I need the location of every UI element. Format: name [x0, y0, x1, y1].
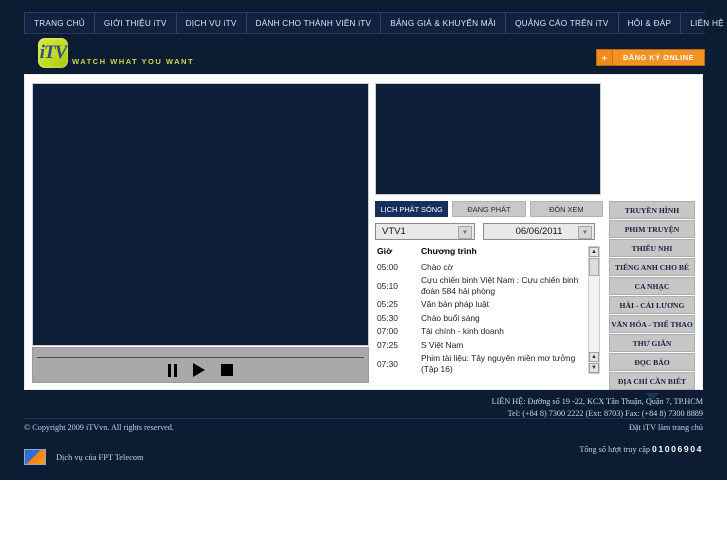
table-row[interactable]: 05:00 Chào cờ — [375, 260, 587, 274]
pause-icon[interactable] — [168, 363, 177, 377]
column-header-program: Chương trình — [421, 246, 477, 256]
schedule-scrollbar[interactable]: ▲ ▲ ▼ — [588, 246, 600, 374]
play-icon[interactable] — [193, 363, 205, 377]
category-thieu-nhi[interactable]: THIẾU NHI — [609, 239, 695, 257]
main-navigation: TRANG CHỦ GIỚI THIỆU iTV DỊCH VỤ iTV DÀN… — [24, 12, 724, 34]
scroll-up-icon[interactable]: ▲ — [589, 247, 599, 257]
register-online-button[interactable]: + ĐĂNG KÝ ONLINE — [595, 49, 705, 66]
footer-divider — [24, 418, 703, 419]
chevron-down-icon: ▼ — [458, 226, 472, 239]
nav-item-quang-cao[interactable]: QUẢNG CÁO TRÊN iTV — [506, 13, 619, 33]
cell-time: 07:00 — [377, 326, 398, 337]
schedule-list[interactable]: Giờ Chương trình 05:00 Chào cờ 05:10 Cựu… — [375, 246, 587, 374]
nav-item-gioi-thieu[interactable]: GIỚI THIỆU iTV — [95, 13, 177, 33]
category-tieng-anh-cho-be[interactable]: TIẾNG ANH CHO BÉ — [609, 258, 695, 276]
contact-info: LIÊN HỆ: Đường số 19 -22, KCX Tân Thuận,… — [492, 396, 703, 420]
brand-header: iTV WATCH WHAT YOU WANT + ĐĂNG KÝ ONLINE — [24, 36, 705, 72]
channel-select-value: VTV1 — [382, 226, 406, 237]
date-select[interactable]: 06/06/2011 ▼ — [483, 223, 595, 240]
player-control-bar — [32, 347, 369, 383]
nav-item-bang-gia[interactable]: BẢNG GIÁ & KHUYẾN MÃI — [381, 13, 507, 33]
category-hai-cai-luong[interactable]: HÀI - CẢI LƯƠNG — [609, 296, 695, 314]
category-truyen-hinh[interactable]: TRUYỀN HÌNH — [609, 201, 695, 219]
tab-lich-phat-song[interactable]: LỊCH PHÁT SÓNG — [375, 201, 449, 217]
nav-item-thanh-vien[interactable]: DÀNH CHO THÀNH VIÊN iTV — [247, 13, 382, 33]
category-dia-chi-can-biet[interactable]: ĐỊA CHỈ CẦN BIẾT — [609, 372, 695, 390]
cell-program: Phim tài liệu: Tây nguyên miền mơ tưởng … — [421, 353, 576, 374]
register-label: ĐĂNG KÝ ONLINE — [622, 53, 694, 62]
channel-select[interactable]: VTV1 ▼ — [375, 223, 475, 240]
page-root: TRANG CHỦ GIỚI THIỆU iTV DỊCH VỤ iTV DÀN… — [0, 0, 727, 480]
fpt-telecom-row: Dịch vụ của FPT Telecom — [24, 449, 144, 465]
category-doc-bao[interactable]: ĐỌC BÁO — [609, 353, 695, 371]
stop-icon[interactable] — [221, 364, 233, 376]
cell-program: Văn bản pháp luật — [421, 299, 489, 309]
cell-time: 05:30 — [377, 312, 398, 323]
category-menu: TRUYỀN HÌNH PHIM TRUYỆN THIẾU NHI TIẾNG … — [609, 201, 695, 400]
itv-logo[interactable]: iTV — [38, 38, 68, 68]
category-van-hoa-the-thao[interactable]: VĂN HÓA - THỂ THAO — [609, 315, 695, 333]
contact-address: LIÊN HỆ: Đường số 19 -22, KCX Tân Thuận,… — [491, 397, 703, 406]
nav-item-dich-vu[interactable]: DỊCH VỤ iTV — [177, 13, 247, 33]
table-row[interactable]: 07:25 S Việt Nam — [375, 338, 587, 352]
table-row[interactable]: 07:30 Phim tài liệu: Tây nguyên miền mơ … — [375, 352, 587, 375]
table-row[interactable]: 07:00 Tài chính - kinh doanh — [375, 325, 587, 339]
cell-time: 07:30 — [377, 358, 398, 369]
table-row[interactable]: 05:25 Văn bản pháp luật — [375, 298, 587, 312]
cell-program: S Việt Nam — [421, 339, 464, 350]
category-thu-gian[interactable]: THƯ GIÃN — [609, 334, 695, 352]
video-player[interactable] — [32, 83, 369, 346]
cell-program: Tài chính - kinh doanh — [421, 326, 504, 336]
seek-slider[interactable] — [37, 357, 364, 358]
column-header-time: Giờ — [377, 246, 393, 256]
counter-value: 01006904 — [651, 444, 703, 454]
category-phim-truyen[interactable]: PHIM TRUYỆN — [609, 220, 695, 238]
copyright-text: © Copyright 2009 iTVvn. All rights reser… — [24, 423, 174, 432]
schedule-table: Giờ Chương trình 05:00 Chào cờ 05:10 Cựu… — [375, 246, 587, 374]
nav-item-lien-he[interactable]: LIÊN HỆ — [681, 13, 727, 33]
date-select-value: 06/06/2011 — [515, 226, 563, 237]
fpt-service-text: Dịch vụ của FPT Telecom — [56, 452, 144, 462]
transport-controls — [33, 363, 368, 377]
plus-icon: + — [596, 50, 613, 65]
secondary-video-area[interactable] — [375, 83, 601, 195]
scroll-up-icon[interactable]: ▲ — [589, 352, 599, 362]
table-header-row: Giờ Chương trình — [375, 246, 587, 260]
scroll-down-icon[interactable]: ▼ — [589, 363, 599, 373]
cell-program: Chào buổi sáng — [421, 312, 480, 323]
fpt-logo-icon — [24, 449, 46, 465]
set-homepage-link[interactable]: Đặt iTV làm trang chủ — [629, 423, 703, 432]
cell-time: 05:00 — [377, 261, 398, 272]
category-ca-nhac[interactable]: CA NHẠC — [609, 277, 695, 295]
cell-time: 07:25 — [377, 339, 398, 350]
logo-text: iTV — [39, 42, 68, 63]
scrollbar-thumb[interactable] — [589, 258, 599, 276]
nav-item-hoi-dap[interactable]: HỎI & ĐÁP — [619, 13, 682, 33]
schedule-filters: VTV1 ▼ 06/06/2011 ▼ — [375, 223, 603, 240]
content-frame: LỊCH PHÁT SÓNG ĐANG PHÁT ĐÓN XEM VTV1 ▼ … — [24, 74, 703, 400]
brand-tagline: WATCH WHAT YOU WANT — [72, 57, 195, 66]
cell-program: Cựu chiến binh Việt Nam : Cựu chiến binh… — [421, 275, 579, 296]
cell-time: 05:25 — [377, 299, 398, 310]
cell-program: Chào cờ — [421, 261, 454, 272]
table-row[interactable]: 05:30 Chào buổi sáng — [375, 311, 587, 325]
counter-label: Tổng số lượt truy cập — [579, 445, 650, 454]
cell-time: 05:10 — [377, 280, 398, 291]
schedule-tabs: LỊCH PHÁT SÓNG ĐANG PHÁT ĐÓN XEM — [375, 201, 603, 217]
visitor-counter: Tổng số lượt truy cập 01006904 — [579, 444, 703, 454]
nav-item-trang-chu[interactable]: TRANG CHỦ — [24, 13, 95, 33]
tab-don-xem[interactable]: ĐÓN XEM — [529, 201, 603, 217]
table-row[interactable]: 05:10 Cựu chiến binh Việt Nam : Cựu chiế… — [375, 274, 587, 298]
tab-dang-phat[interactable]: ĐANG PHÁT — [452, 201, 526, 217]
right-panel: LỊCH PHÁT SÓNG ĐANG PHÁT ĐÓN XEM VTV1 ▼ … — [375, 83, 695, 400]
chevron-down-icon: ▼ — [578, 226, 592, 239]
